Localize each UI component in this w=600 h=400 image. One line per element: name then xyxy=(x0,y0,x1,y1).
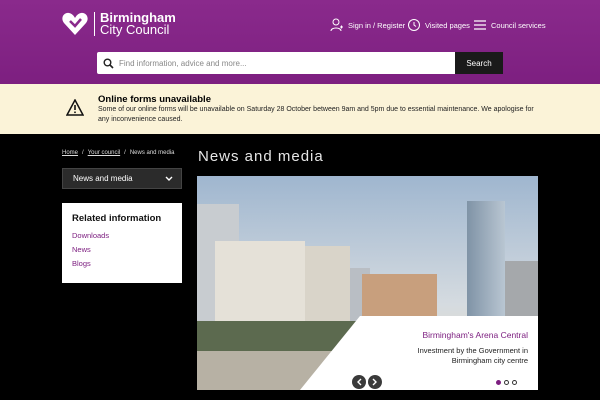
section-select[interactable]: News and media xyxy=(62,168,182,189)
chevron-down-icon xyxy=(165,176,173,181)
breadcrumb-current: News and media xyxy=(129,150,175,156)
logo-line2: City Council xyxy=(100,22,170,37)
chevron-right-icon xyxy=(372,378,377,386)
section-select-label: News and media xyxy=(73,174,133,183)
carousel-next-button[interactable] xyxy=(368,375,382,389)
user-icon xyxy=(330,18,343,32)
history-icon xyxy=(408,19,420,31)
related-link-downloads[interactable]: Downloads xyxy=(72,231,172,240)
sign-in-link[interactable]: Sign in / Register xyxy=(330,18,405,32)
heart-logo-icon xyxy=(62,12,88,35)
page-title: News and media xyxy=(198,148,324,165)
carousel-dot-2[interactable] xyxy=(504,380,509,385)
warning-icon xyxy=(66,99,84,116)
alert-title: Online forms unavailable xyxy=(98,94,211,105)
breadcrumb-home[interactable]: Home xyxy=(62,150,78,156)
council-services-label: Council services xyxy=(491,20,546,30)
hero-caption-title[interactable]: Birmingham's Arena Central xyxy=(422,330,528,340)
search-button[interactable]: Search xyxy=(455,52,503,74)
sign-in-label: Sign in / Register xyxy=(348,20,406,30)
menu-icon xyxy=(474,20,486,30)
search-icon xyxy=(97,52,119,74)
visited-pages-label: Visited pages xyxy=(425,20,470,30)
breadcrumb-council[interactable]: Your council xyxy=(88,150,120,156)
chevron-left-icon xyxy=(357,378,362,386)
related-link-news[interactable]: News xyxy=(72,245,172,254)
related-link-blogs[interactable]: Blogs xyxy=(72,259,172,268)
hero-caption-text: Investment by the Government in Birmingh… xyxy=(417,346,528,365)
carousel-dot-1[interactable] xyxy=(496,380,501,385)
visited-pages-link[interactable]: Visited pages xyxy=(407,18,470,32)
council-services-link[interactable]: Council services xyxy=(473,18,546,32)
council-logo[interactable]: Birmingham City Council xyxy=(62,11,176,37)
search-bar: Search xyxy=(97,52,503,74)
carousel-prev-button[interactable] xyxy=(352,375,366,389)
breadcrumb: Home / Your council / News and media xyxy=(62,150,175,156)
search-input[interactable] xyxy=(119,58,455,68)
carousel-dot-3[interactable] xyxy=(512,380,517,385)
alert-text: Some of our online forms will be unavail… xyxy=(98,106,534,123)
related-title: Related information xyxy=(72,213,162,224)
related-info-box: Related information Downloads News Blogs xyxy=(62,203,182,283)
